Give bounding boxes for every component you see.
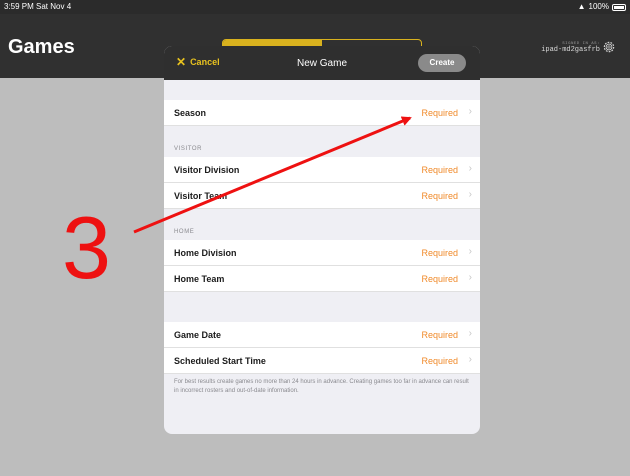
start-time-label: Scheduled Start Time — [174, 356, 266, 366]
wifi-icon: ▲ — [577, 2, 586, 11]
home-division-label: Home Division — [174, 248, 237, 258]
chevron-right-icon: › — [468, 189, 472, 200]
create-button[interactable]: Create — [418, 54, 466, 72]
home-team-label: Home Team — [174, 274, 225, 284]
chevron-right-icon: › — [468, 246, 472, 257]
visitor-division-value: Required — [421, 165, 458, 175]
visitor-team-row[interactable]: Visitor Team Required › — [164, 183, 480, 209]
visitor-division-row[interactable]: Visitor Division Required › — [164, 157, 480, 183]
battery-icon — [612, 3, 626, 11]
signed-in-info: SIGNED IN AS: ipad-md2gasfrb — [541, 42, 600, 54]
status-right: ▲ 100% — [578, 0, 626, 14]
visitor-section-header: VISITOR — [174, 146, 203, 152]
chevron-right-icon: › — [468, 106, 472, 117]
page-title: Games — [8, 36, 75, 58]
home-section-header: HOME — [174, 229, 195, 235]
new-game-modal: ✕ Cancel New Game Create Season Required… — [164, 46, 480, 434]
status-time: 3:59 PM Sat Nov 4 — [4, 2, 72, 11]
signed-in-device: ipad-md2gasfrb — [541, 46, 600, 54]
home-team-value: Required — [421, 274, 458, 284]
home-division-value: Required — [421, 248, 458, 258]
start-time-value: Required — [421, 356, 458, 366]
chevron-right-icon: › — [468, 163, 472, 174]
chevron-right-icon: › — [468, 272, 472, 283]
chevron-right-icon: › — [468, 328, 472, 339]
season-row[interactable]: Season Required › — [164, 100, 480, 126]
footer-note: For best results create games no more th… — [174, 379, 469, 394]
home-division-row[interactable]: Home Division Required › — [164, 240, 480, 266]
modal-header: ✕ Cancel New Game Create — [164, 46, 480, 80]
game-date-row[interactable]: Game Date Required › — [164, 322, 480, 348]
gear-icon[interactable] — [602, 40, 616, 54]
game-date-label: Game Date — [174, 330, 222, 340]
battery-percent: 100% — [588, 2, 609, 11]
visitor-team-value: Required — [421, 191, 458, 201]
visitor-division-label: Visitor Division — [174, 165, 240, 175]
season-value: Required — [421, 108, 458, 118]
visitor-team-label: Visitor Team — [174, 191, 228, 201]
game-date-value: Required — [421, 330, 458, 340]
home-team-row[interactable]: Home Team Required › — [164, 266, 480, 292]
start-time-row[interactable]: Scheduled Start Time Required › — [164, 348, 480, 374]
season-label: Season — [174, 108, 207, 118]
chevron-right-icon: › — [468, 354, 472, 365]
status-bar: 3:59 PM Sat Nov 4 ▲ 100% — [0, 0, 630, 14]
